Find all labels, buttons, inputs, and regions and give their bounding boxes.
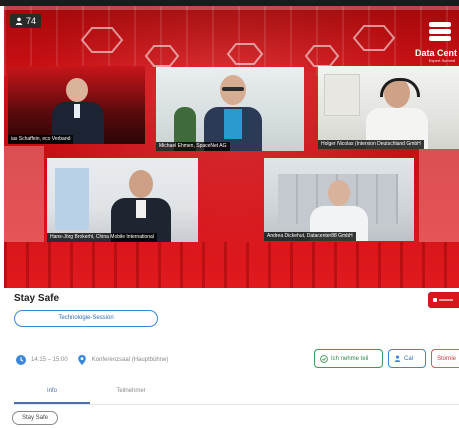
- person-icon: [15, 17, 23, 25]
- event-logo-name: Data Cent: [414, 48, 457, 58]
- event-logo-tagline: Expert Summit: [428, 58, 455, 63]
- session-title: Stay Safe: [14, 293, 60, 304]
- session-meta: 14:15 – 15:00 Konferenzsaal (Hauptbühne): [15, 354, 176, 366]
- event-logo: Data Cent Expert Summit: [407, 22, 457, 63]
- participant-silhouette: [202, 75, 264, 151]
- calendar-button-label: Cal: [404, 355, 414, 362]
- person-icon: [394, 355, 401, 362]
- session-tabs: Info Teilnehmer: [14, 384, 459, 405]
- participant-video-3[interactable]: Holger Nicolas (Interxion Deutschland Gm…: [318, 66, 459, 149]
- add-to-calendar-button[interactable]: Cal: [388, 349, 426, 368]
- participant-name-1: ias Schaffein, eco Verband: [8, 135, 74, 144]
- participant-video-4[interactable]: Hans-Jörg Brokerhl, China Mobile Interna…: [47, 158, 198, 242]
- participant-silhouette: [48, 76, 108, 144]
- clock-icon: [16, 355, 26, 365]
- location-pin-icon: [77, 355, 86, 365]
- live-bar-decoration: [439, 299, 453, 301]
- tab-info[interactable]: Info: [14, 384, 90, 404]
- participant-silhouette: [109, 168, 173, 242]
- cancel-button[interactable]: Stornie: [431, 349, 459, 368]
- check-circle-icon: [320, 354, 328, 363]
- tag-chip[interactable]: Stay Safe: [12, 411, 58, 425]
- tab-participants[interactable]: Teilnehmer: [94, 384, 168, 404]
- participant-silhouette: [362, 74, 432, 149]
- session-track-button[interactable]: Technologie-Session: [14, 310, 158, 327]
- wall-frame: [324, 74, 360, 116]
- participant-name-3: Holger Nicolas (Interxion Deutschland Gm…: [318, 140, 424, 149]
- session-time: 14:15 – 15:00: [31, 357, 68, 363]
- attend-button[interactable]: Ich nehme teil: [314, 349, 383, 368]
- video-stage: 74 Data Cent Expert Summit ias Schaffein…: [4, 6, 459, 288]
- participant-name-2: Michael Ehmen, SpaceNet AG: [156, 142, 230, 151]
- attend-button-label: Ich nehme teil: [331, 355, 369, 362]
- cancel-button-label: Stornie: [437, 355, 457, 362]
- participant-name-4: Hans-Jörg Brokerhl, China Mobile Interna…: [47, 233, 157, 242]
- roll-up-banner: [55, 168, 89, 230]
- participant-video-2[interactable]: Michael Ehmen, SpaceNet AG: [156, 67, 304, 151]
- record-icon: [433, 298, 437, 302]
- live-indicator-button[interactable]: [428, 292, 459, 308]
- session-info-panel: Stay Safe Technologie-Session 14:15 – 15…: [0, 288, 459, 428]
- viewer-count: 74: [26, 16, 37, 26]
- participant-name-5: Andrea Dickehut, Datacenter88 GmbH: [264, 232, 356, 241]
- server-stack-icon: [429, 22, 451, 43]
- viewer-count-badge: 74: [10, 14, 42, 28]
- participant-video-1[interactable]: ias Schaffein, eco Verband: [8, 66, 145, 144]
- participant-video-5[interactable]: Andrea Dickehut, Datacenter88 GmbH: [264, 158, 414, 241]
- session-location: Konferenzsaal (Hauptbühne): [91, 357, 169, 363]
